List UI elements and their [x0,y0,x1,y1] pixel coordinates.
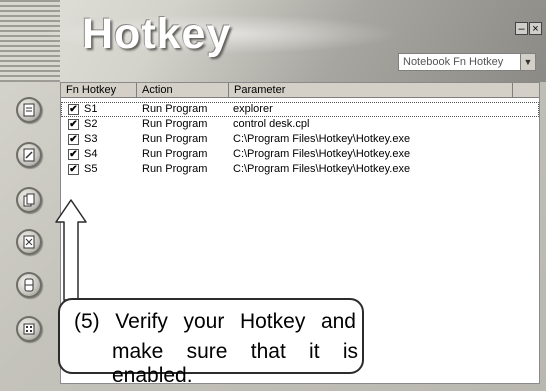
callout-line-1: (5) Verify your Hotkey and [74,310,356,333]
instruction-callout: (5) Verify your Hotkey and make sure tha… [58,298,364,387]
callout-line-2: make sure that it is enabled. [112,340,358,387]
hotkey-window: Hotkey – × Notebook Fn Hotkey ▼ Fn Hotke… [0,0,546,391]
